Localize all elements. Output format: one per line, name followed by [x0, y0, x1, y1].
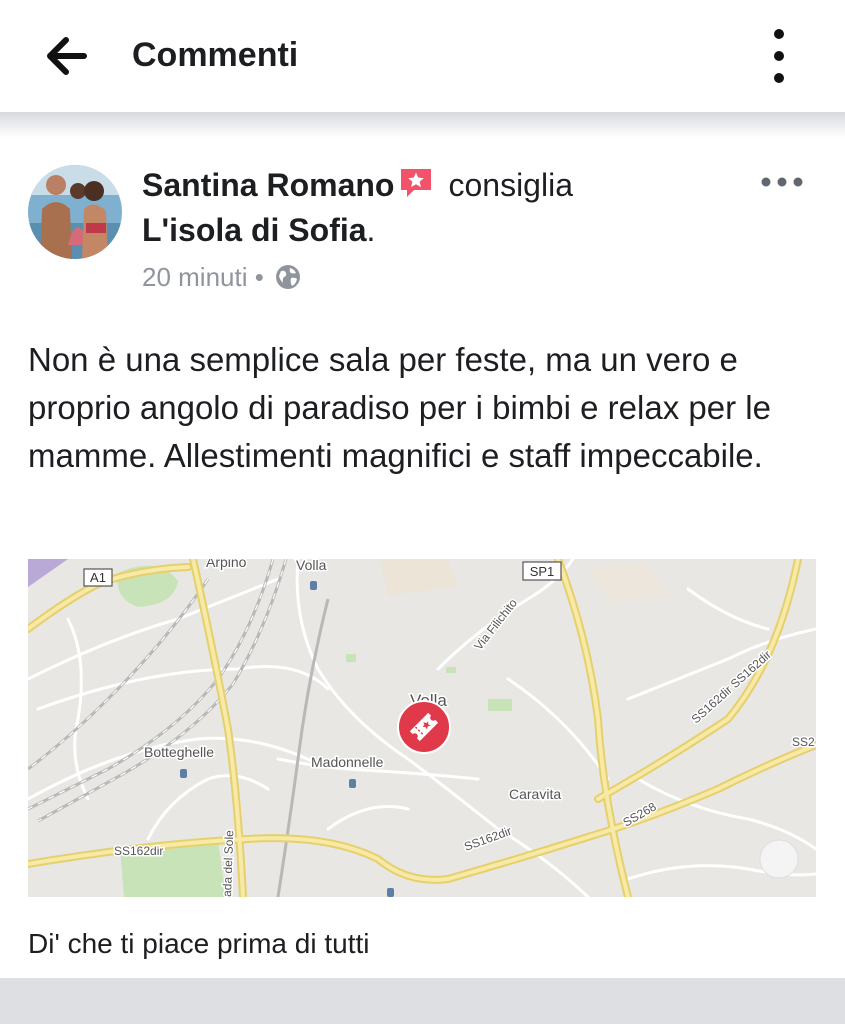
top-bar: Commenti	[0, 0, 845, 112]
map-label-ss162dir-left: SS162dir	[114, 844, 163, 858]
map-label-sp1: SP1	[530, 564, 555, 579]
recommendation-badge-icon	[401, 169, 432, 197]
map-label-a1: A1	[90, 570, 106, 585]
map-label-volla-top: Volla	[296, 559, 327, 573]
header-divider	[0, 112, 845, 138]
avatar[interactable]	[28, 165, 122, 259]
like-prompt: Di' che ti piace prima di tutti	[28, 928, 370, 959]
post-header-line: Santina Romano consiglia	[142, 166, 573, 204]
arrow-left-icon[interactable]	[40, 34, 90, 78]
vertical-dots-icon[interactable]	[760, 28, 798, 84]
meta-separator: •	[254, 262, 264, 292]
action-text: consiglia	[448, 167, 573, 203]
map-label-botteghelle: Botteghelle	[144, 744, 214, 760]
map-preview[interactable]: A1 SP1 Arpino Volla Volla Botteghelle Ma…	[28, 559, 816, 897]
page-title: Commenti	[132, 36, 299, 74]
author-name[interactable]: Santina Romano	[142, 167, 394, 203]
more-options-icon[interactable]	[760, 170, 804, 194]
ticket-pin-icon[interactable]	[397, 700, 451, 754]
map-label-caravita: Caravita	[509, 786, 561, 802]
place-suffix: .	[366, 212, 376, 248]
bottom-separator	[0, 978, 845, 1024]
map-label-strada-sole: ada del Sole	[220, 830, 236, 897]
place-name[interactable]: L'isola di Sofia	[142, 212, 367, 248]
post-header-line-2: L'isola di Sofia.	[142, 212, 375, 249]
post-meta: 20 minuti •	[142, 262, 301, 293]
post-body: Non è una semplice sala per feste, ma un…	[28, 341, 771, 474]
map-label-ss2: SS2	[792, 735, 815, 749]
map-label-arpino: Arpino	[206, 559, 247, 570]
post-time[interactable]: 20 minuti	[142, 262, 248, 292]
globe-icon	[276, 265, 301, 289]
map-label-madonnelle: Madonnelle	[311, 754, 384, 770]
